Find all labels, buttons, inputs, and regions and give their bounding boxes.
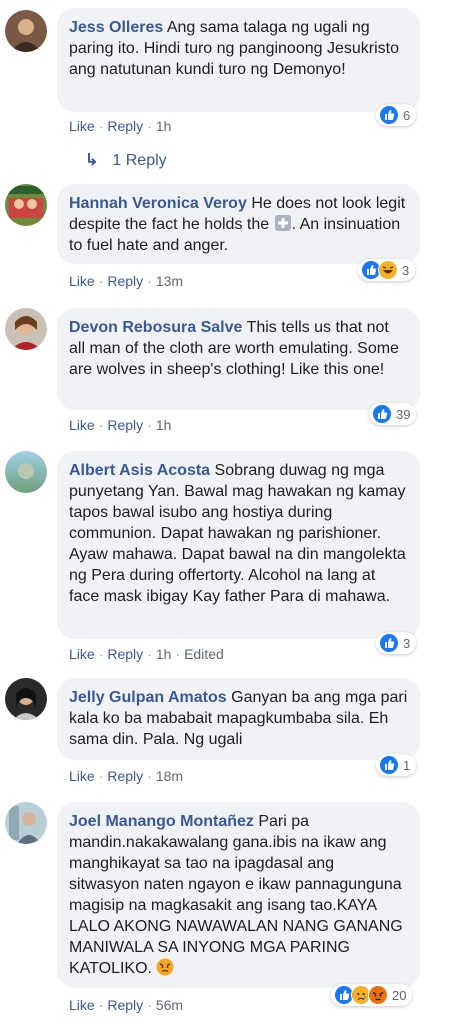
reaction-count: 1 bbox=[403, 757, 411, 773]
author-name[interactable]: Jess Olleres bbox=[69, 19, 163, 36]
avatar[interactable] bbox=[5, 308, 47, 350]
edited-label[interactable]: Edited bbox=[184, 646, 224, 662]
reply-link[interactable]: Reply bbox=[107, 646, 143, 662]
comment-text: Sobrang duwag ng mga punyetang Yan. Bawa… bbox=[69, 462, 406, 605]
timestamp[interactable]: 1h bbox=[156, 417, 172, 433]
reaction-count: 39 bbox=[396, 406, 411, 422]
reply-arrow-icon: ↳ bbox=[85, 152, 99, 169]
comment-actions: Like · Reply · 1h bbox=[69, 417, 172, 433]
reply-link[interactable]: Reply bbox=[107, 118, 143, 134]
comment-bubble: Albert Asis Acosta Sobrang duwag ng mga … bbox=[57, 451, 420, 639]
comment-actions: Like · Reply · 18m bbox=[69, 768, 184, 784]
reply-link[interactable]: Reply bbox=[107, 273, 143, 289]
reaction-summary[interactable]: 3 bbox=[358, 259, 416, 281]
reaction-count: 3 bbox=[402, 262, 410, 278]
author-name[interactable]: Hannah Veronica Veroy bbox=[69, 195, 247, 212]
timestamp[interactable]: 56m bbox=[156, 997, 183, 1013]
reaction-summary[interactable]: 6 bbox=[376, 104, 417, 126]
view-replies-label: 1 Reply bbox=[112, 152, 167, 169]
like-link[interactable]: Like bbox=[69, 768, 95, 784]
like-icon bbox=[379, 755, 399, 775]
author-name[interactable]: Albert Asis Acosta bbox=[69, 462, 210, 479]
timestamp[interactable]: 18m bbox=[156, 768, 183, 784]
plus-emoji-icon bbox=[274, 214, 292, 232]
like-link[interactable]: Like bbox=[69, 997, 95, 1013]
like-link[interactable]: Like bbox=[69, 273, 95, 289]
reply-link[interactable]: Reply bbox=[107, 997, 143, 1013]
like-link[interactable]: Like bbox=[69, 118, 95, 134]
like-icon bbox=[379, 105, 399, 125]
like-link[interactable]: Like bbox=[69, 417, 95, 433]
angry-icon bbox=[368, 985, 388, 1005]
reaction-summary[interactable]: 1 bbox=[376, 754, 417, 776]
timestamp[interactable]: 1h bbox=[156, 118, 172, 134]
author-name[interactable]: Devon Rebosura Salve bbox=[69, 319, 242, 336]
avatar[interactable] bbox=[5, 451, 47, 493]
comment-bubble: Jess Olleres Ang sama talaga ng ugali ng… bbox=[57, 8, 420, 112]
comment-bubble: Joel Manango Montañez Pari pa mandin.nak… bbox=[57, 802, 420, 988]
reaction-count: 3 bbox=[403, 635, 411, 651]
like-link[interactable]: Like bbox=[69, 646, 95, 662]
reaction-count: 6 bbox=[403, 107, 411, 123]
author-name[interactable]: Joel Manango Montañez bbox=[69, 813, 254, 830]
comment-bubble: Jelly Gulpan Amatos Ganyan ba ang mga pa… bbox=[57, 678, 420, 760]
comment-actions: Like · Reply · 1h · Edited bbox=[69, 646, 224, 662]
view-replies-link[interactable]: ↳ 1 Reply bbox=[85, 150, 167, 170]
comment-bubble: Hannah Veronica Veroy He does not look l… bbox=[57, 184, 420, 264]
avatar[interactable] bbox=[5, 802, 47, 844]
timestamp[interactable]: 13m bbox=[156, 273, 183, 289]
reaction-summary[interactable]: 3 bbox=[376, 632, 417, 654]
like-icon bbox=[372, 404, 392, 424]
comment-text: Pari pa mandin.nakakawalang gana.ibis na… bbox=[69, 813, 403, 977]
like-icon bbox=[379, 633, 399, 653]
angry-emoji-icon bbox=[156, 958, 174, 976]
haha-icon bbox=[378, 260, 398, 280]
avatar[interactable] bbox=[5, 10, 47, 52]
reaction-count: 20 bbox=[392, 987, 407, 1003]
comment-bubble: Devon Rebosura Salve This tells us that … bbox=[57, 308, 420, 410]
reply-link[interactable]: Reply bbox=[107, 768, 143, 784]
reaction-summary[interactable]: 20 bbox=[331, 984, 413, 1006]
avatar[interactable] bbox=[5, 678, 47, 720]
comment-actions: Like · Reply · 1h bbox=[69, 118, 172, 134]
comment-actions: Like · Reply · 13m bbox=[69, 273, 184, 289]
avatar[interactable] bbox=[5, 184, 47, 226]
timestamp[interactable]: 1h bbox=[156, 646, 172, 662]
reply-link[interactable]: Reply bbox=[107, 417, 143, 433]
comment-actions: Like · Reply · 56m bbox=[69, 997, 184, 1013]
author-name[interactable]: Jelly Gulpan Amatos bbox=[69, 689, 227, 706]
reaction-summary[interactable]: 39 bbox=[369, 403, 417, 425]
